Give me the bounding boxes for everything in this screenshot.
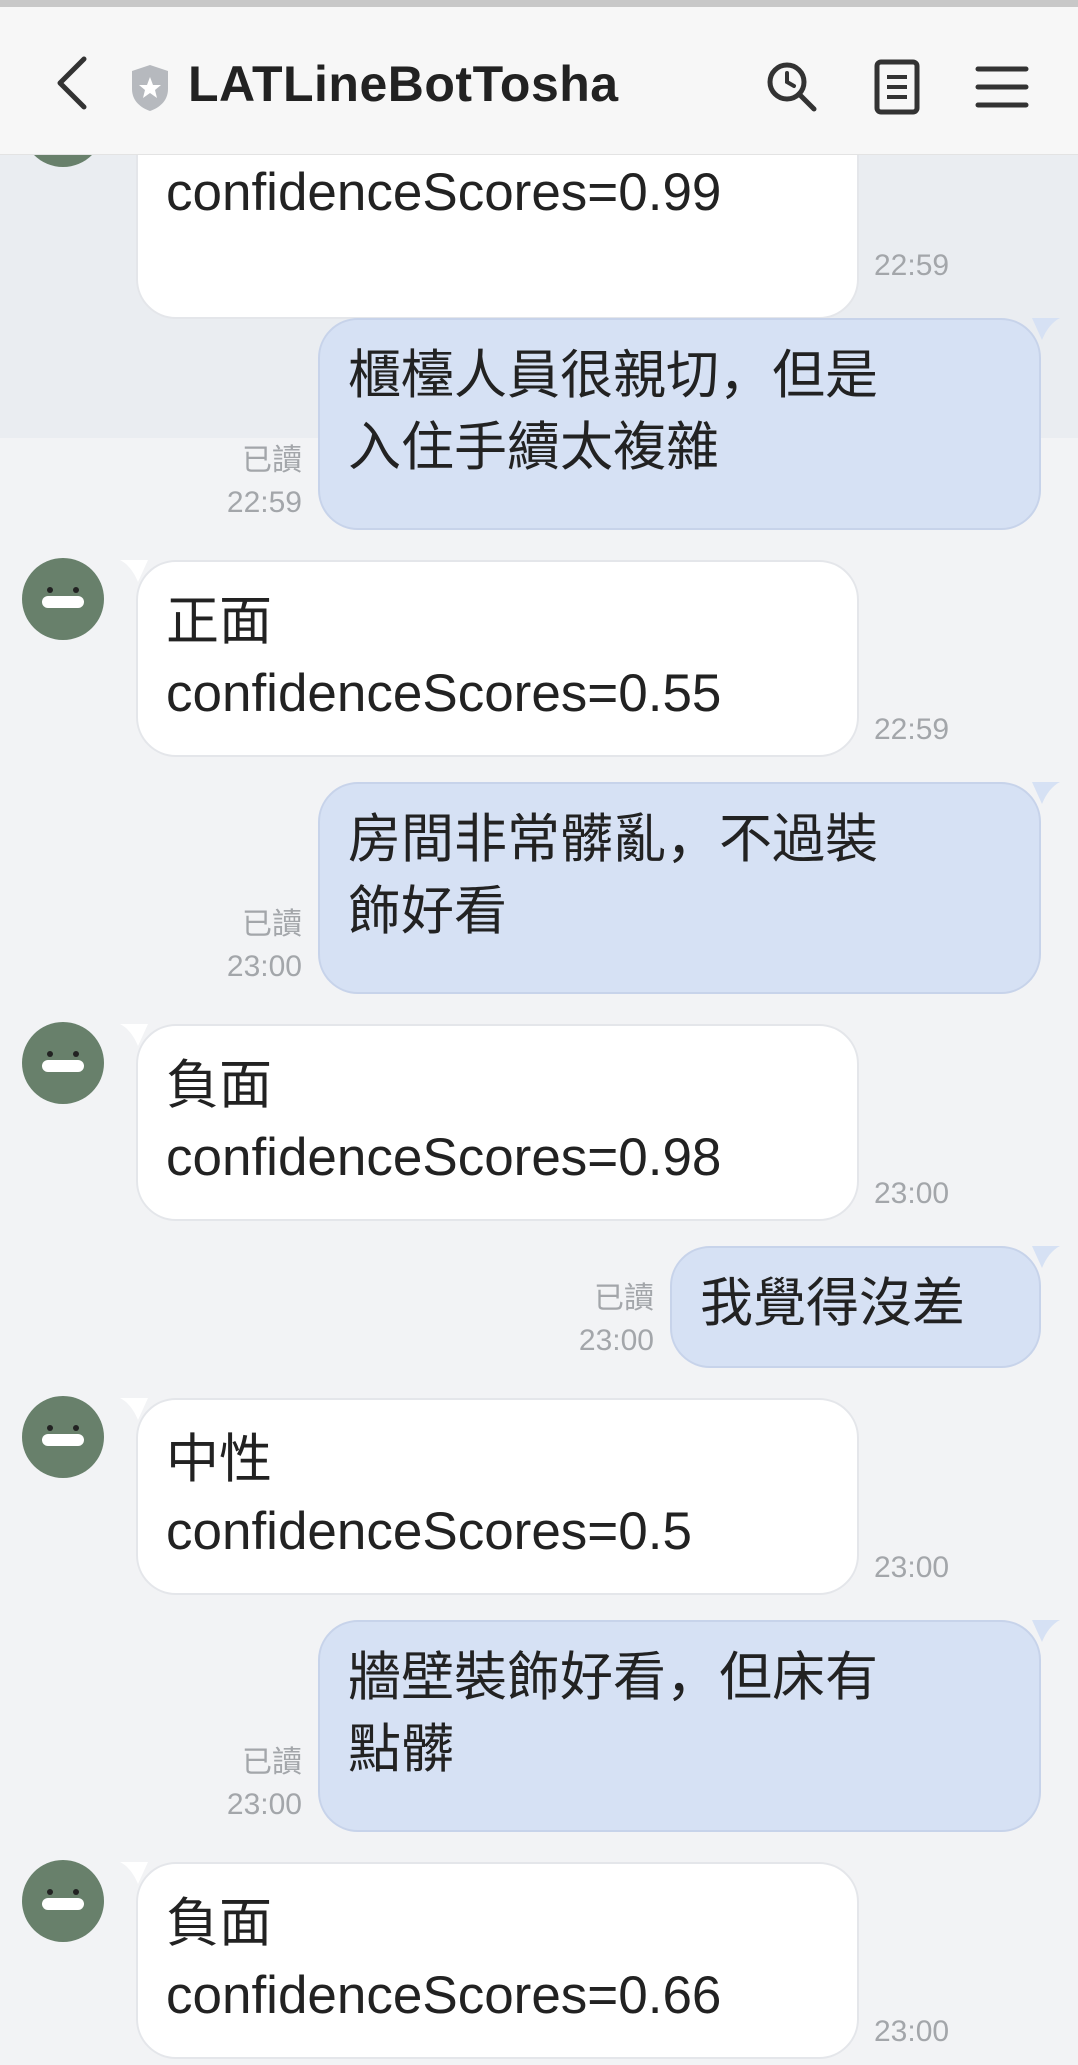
bot-avatar[interactable] xyxy=(22,155,104,167)
read-receipt: 已讀 23:00 xyxy=(552,1278,654,1362)
bot-avatar[interactable] xyxy=(22,558,104,640)
user-message[interactable]: 已讀 23:00 我覺得沒差 xyxy=(0,1246,1078,1371)
user-message-bubble[interactable]: 櫃檯人員很親切，但是 入住手續太複雜 xyxy=(318,318,1041,530)
read-receipt: 已讀 23:00 xyxy=(200,904,302,988)
read-label: 已讀 xyxy=(242,908,302,941)
bubble-tail xyxy=(1032,1246,1060,1268)
read-label: 已讀 xyxy=(242,1746,302,1779)
search-icon[interactable] xyxy=(762,57,822,117)
notes-icon[interactable] xyxy=(867,57,927,117)
bot-message-bubble[interactable]: 負面 confidenceScores=0.66 xyxy=(136,1862,859,2059)
message-time: 23:00 xyxy=(874,1551,950,1584)
user-message-bubble[interactable]: 房間非常髒亂，不過裝 飾好看 xyxy=(318,782,1041,994)
bot-message-bubble[interactable]: 中性 confidenceScores=0.5 xyxy=(136,1398,859,1595)
message-time: 23:00 xyxy=(874,1177,950,1210)
bot-message-bubble[interactable]: 正面 confidenceScores=0.55 xyxy=(136,560,859,757)
chat-area[interactable]: 中性 confidenceScores=0.99 22:59 已讀 22:59 … xyxy=(0,155,1078,2065)
bubble-tail xyxy=(1032,1620,1060,1642)
read-receipt: 已讀 23:00 xyxy=(200,1742,302,1826)
chat-header: LATLineBotTosha xyxy=(0,7,1078,155)
message-time: 22:59 xyxy=(874,249,950,282)
bot-message[interactable]: 中性 confidenceScores=0.99 22:59 xyxy=(0,155,1078,319)
read-receipt: 已讀 22:59 xyxy=(200,440,302,524)
read-label: 已讀 xyxy=(594,1282,654,1315)
bubble-tail xyxy=(1032,318,1060,340)
bot-message[interactable]: 中性 confidenceScores=0.5 23:00 xyxy=(0,1396,1078,1596)
bot-message[interactable]: 正面 confidenceScores=0.55 22:59 xyxy=(0,558,1078,758)
message-time: 23:00 xyxy=(874,2015,950,2048)
message-time: 22:59 xyxy=(874,713,950,746)
bot-message[interactable]: 負面 confidenceScores=0.66 23:00 xyxy=(0,1860,1078,2060)
message-time: 23:00 xyxy=(578,1324,654,1357)
bot-message[interactable]: 負面 confidenceScores=0.98 23:00 xyxy=(0,1022,1078,1222)
bot-message-bubble[interactable]: 負面 confidenceScores=0.98 xyxy=(136,1024,859,1221)
message-time: 23:00 xyxy=(226,1788,302,1821)
bot-avatar[interactable] xyxy=(22,1860,104,1942)
message-time: 23:00 xyxy=(226,950,302,983)
chevron-left-icon[interactable] xyxy=(48,53,100,113)
status-bar-line xyxy=(0,0,1078,7)
message-time: 22:59 xyxy=(226,486,302,519)
chat-title: LATLineBotTosha xyxy=(188,56,619,112)
bubble-tail xyxy=(1032,782,1060,804)
bot-avatar[interactable] xyxy=(22,1396,104,1478)
user-message[interactable]: 已讀 23:00 牆壁裝飾好看，但床有 點髒 xyxy=(0,1620,1078,1835)
user-message-bubble[interactable]: 牆壁裝飾好看，但床有 點髒 xyxy=(318,1620,1041,1832)
user-message[interactable]: 已讀 23:00 房間非常髒亂，不過裝 飾好看 xyxy=(0,782,1078,997)
bot-message-bubble[interactable]: 中性 confidenceScores=0.99 xyxy=(136,155,859,319)
official-account-shield-icon xyxy=(132,65,168,111)
user-message[interactable]: 已讀 22:59 櫃檯人員很親切，但是 入住手續太複雜 xyxy=(0,318,1078,533)
user-message-bubble[interactable]: 我覺得沒差 xyxy=(670,1246,1041,1368)
menu-icon[interactable] xyxy=(972,57,1032,117)
bot-avatar[interactable] xyxy=(22,1022,104,1104)
read-label: 已讀 xyxy=(242,444,302,477)
